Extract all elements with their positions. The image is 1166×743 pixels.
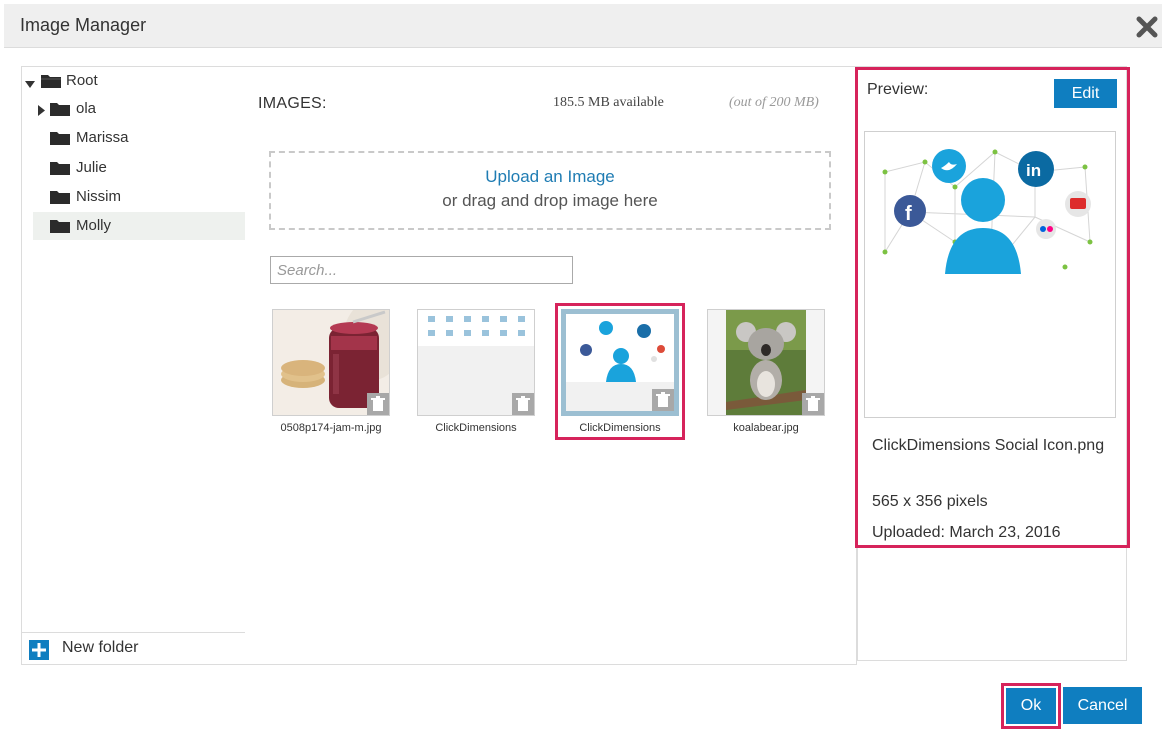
cancel-button[interactable]: Cancel: [1063, 687, 1142, 724]
folder-label: ola: [76, 100, 97, 117]
social-icon-preview: in f: [882, 149, 1093, 274]
preview-panel: Preview: Edit in f ClickDimensions Socia…: [855, 67, 1130, 548]
folder-label: Nissim: [76, 188, 121, 205]
folder-item-root[interactable]: Root: [22, 67, 245, 95]
trash-icon: [806, 396, 820, 411]
delete-image-button[interactable]: [802, 393, 824, 415]
dialog-titlebar: Image Manager: [4, 4, 1162, 48]
folder-item-nissim[interactable]: Nissim: [22, 183, 245, 211]
delete-image-button[interactable]: [652, 389, 674, 411]
trash-icon: [371, 396, 385, 411]
folder-item-ola[interactable]: ola: [22, 95, 245, 123]
images-panel: IMAGES: 185.5 MB available (out of 200 M…: [245, 66, 857, 665]
svg-text:f: f: [905, 203, 912, 225]
folder-icon: [49, 189, 71, 209]
image-thumbnail-selected[interactable]: ClickDimensions: [555, 303, 685, 440]
thumbnail-caption: ClickDimensions: [435, 422, 517, 434]
thumbnail-frame[interactable]: [417, 309, 535, 416]
new-folder-label: New folder: [62, 639, 139, 656]
thumbnail-caption: koalabear.jpg: [733, 422, 799, 434]
preview-image: in f: [864, 131, 1116, 418]
thumbnail-frame[interactable]: [707, 309, 825, 416]
folder-icon: [49, 160, 71, 180]
folder-icon: [49, 101, 71, 121]
ok-button[interactable]: Ok: [1006, 688, 1056, 724]
trash-icon: [656, 392, 670, 407]
trash-icon: [516, 396, 530, 411]
upload-dropzone[interactable]: Upload an Image or drag and drop image h…: [269, 151, 831, 230]
folder-label: Root: [66, 72, 98, 89]
new-folder-button[interactable]: New folder: [22, 632, 245, 664]
images-heading: IMAGES:: [258, 95, 327, 112]
dialog-title: Image Manager: [20, 15, 147, 35]
folder-item-marissa[interactable]: Marissa: [22, 124, 245, 152]
folder-icon: [49, 130, 71, 150]
image-thumbnail[interactable]: 0508p174-jam-m.jpg: [272, 309, 390, 434]
folder-tree: Root ola Marissa Julie Nissim Molly New …: [21, 66, 246, 665]
preview-upload-date: Uploaded: March 23, 2016: [872, 524, 1061, 541]
folder-item-julie[interactable]: Julie: [22, 154, 245, 182]
plus-icon: [29, 640, 49, 660]
ok-highlight: Ok: [1001, 683, 1061, 729]
folder-label: Julie: [76, 159, 107, 176]
folder-icon: [49, 218, 71, 238]
preview-dimensions: 565 x 356 pixels: [872, 493, 988, 510]
edit-button[interactable]: Edit: [1054, 79, 1117, 108]
image-thumbnail[interactable]: koalabear.jpg: [707, 309, 825, 434]
thumbnail-frame[interactable]: [272, 309, 390, 416]
preview-label: Preview:: [867, 81, 929, 98]
drag-drop-hint: or drag and drop image here: [442, 191, 658, 210]
delete-image-button[interactable]: [367, 393, 389, 415]
svg-text:in: in: [1026, 161, 1041, 180]
caret-down-icon[interactable]: [25, 76, 35, 93]
storage-quota: (out of 200 MB): [729, 95, 819, 110]
thumbnail-caption: ClickDimensions: [579, 422, 661, 434]
search-input[interactable]: [270, 256, 573, 284]
image-thumbnail[interactable]: ClickDimensions: [417, 309, 535, 434]
thumbnail-caption: 0508p174-jam-m.jpg: [280, 422, 382, 434]
delete-image-button[interactable]: [512, 393, 534, 415]
folder-label: Molly: [76, 217, 112, 234]
folder-item-molly[interactable]: Molly: [33, 212, 245, 240]
caret-right-icon[interactable]: [38, 103, 46, 120]
folder-icon: [40, 73, 62, 93]
preview-filename: ClickDimensions Social Icon.png: [872, 437, 1105, 454]
upload-image-link[interactable]: Upload an Image: [271, 167, 829, 187]
close-icon[interactable]: [1132, 12, 1162, 42]
storage-available: 185.5 MB available: [553, 95, 664, 110]
thumbnail-frame[interactable]: [561, 309, 679, 416]
folder-label: Marissa: [76, 129, 129, 146]
